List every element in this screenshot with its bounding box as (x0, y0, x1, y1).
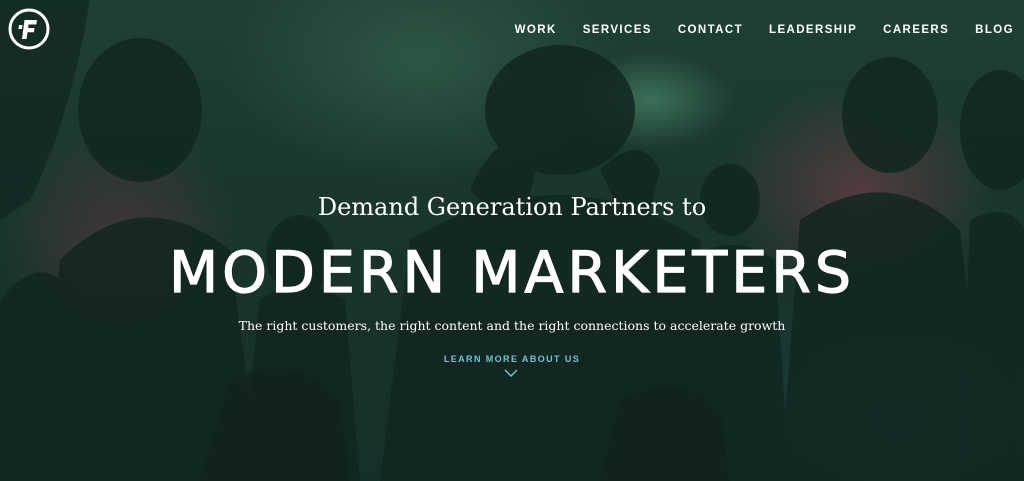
main-nav: WORK SERVICES CONTACT LEADERSHIP CAREERS… (489, 24, 1014, 36)
company-logo-icon[interactable] (8, 8, 50, 50)
nav-item-careers[interactable]: CAREERS (883, 24, 949, 36)
hero-tagline: The right customers, the right content a… (238, 318, 786, 333)
hero-section: WORK SERVICES CONTACT LEADERSHIP CAREERS… (0, 0, 1024, 481)
nav-item-services[interactable]: SERVICES (583, 24, 652, 36)
chevron-down-icon[interactable] (504, 368, 518, 378)
hero-subtitle: Demand Generation Partners to (317, 193, 707, 221)
nav-item-leadership[interactable]: LEADERSHIP (769, 24, 857, 36)
hero-title: MODERN MARKETERS (168, 239, 856, 306)
nav-item-blog[interactable]: BLOG (975, 24, 1014, 36)
learn-more-link[interactable]: LEARN MORE ABOUT US (0, 354, 1024, 364)
nav-item-contact[interactable]: CONTACT (678, 24, 743, 36)
nav-item-work[interactable]: WORK (515, 24, 557, 36)
